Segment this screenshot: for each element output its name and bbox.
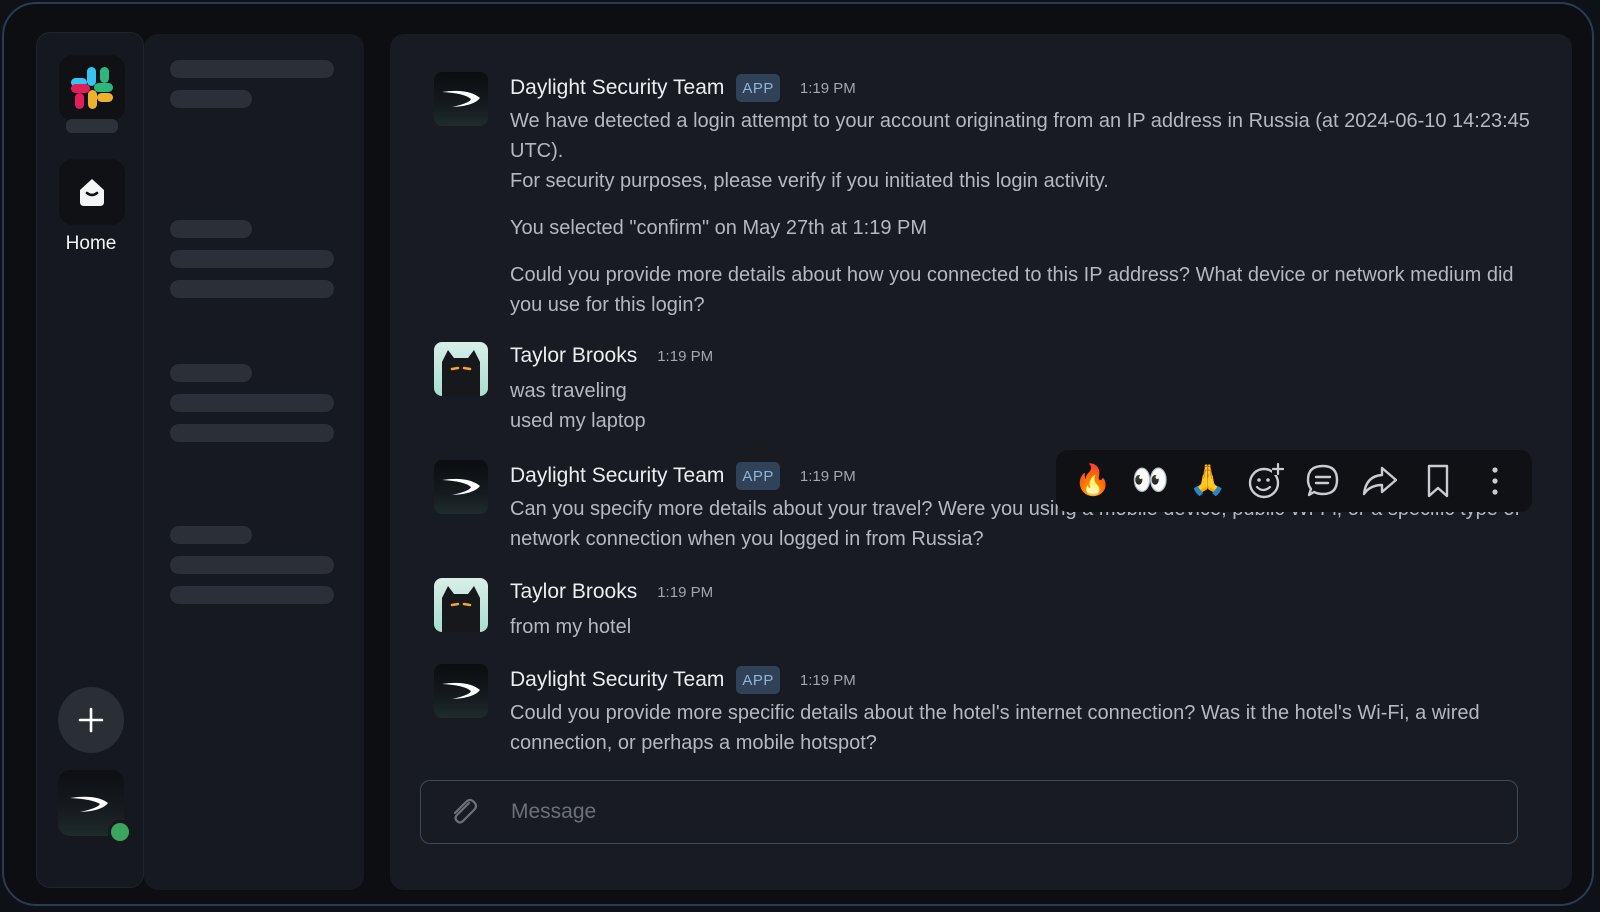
message-text: used my laptop	[510, 410, 646, 432]
message-text: from my hotel	[510, 616, 632, 638]
home-icon	[80, 179, 104, 206]
workspace-switcher[interactable]	[59, 55, 125, 121]
timestamp[interactable]: 1:19 PM	[800, 80, 856, 97]
app-window: Home Daylight Security Team APP 1:19 PM …	[2, 2, 1594, 906]
message-avatar[interactable]	[434, 72, 488, 126]
home-label: Home	[65, 233, 117, 254]
app-badge: APP	[736, 74, 780, 102]
message-avatar[interactable]	[434, 460, 488, 514]
message-body: was traveling used my laptop	[510, 376, 1532, 436]
author-name[interactable]: Daylight Security Team	[510, 668, 724, 692]
attachment-icon[interactable]	[447, 795, 481, 829]
author-name[interactable]: Taylor Brooks	[510, 344, 637, 368]
message-text: Could you provide more specific details …	[510, 702, 1480, 754]
presence-online-indicator	[108, 820, 132, 844]
timestamp[interactable]: 1:19 PM	[657, 348, 713, 365]
eyes-emoji-icon: 👀	[1131, 464, 1169, 497]
message: Taylor Brooks 1:19 PM was traveling used…	[434, 342, 1532, 438]
message-header: Taylor Brooks 1:19 PM	[510, 580, 713, 604]
daylight-logo-icon	[70, 796, 108, 812]
skeleton-bar	[170, 250, 334, 268]
user-avatar[interactable]	[58, 770, 132, 844]
add-reaction-button[interactable]	[1243, 459, 1287, 503]
message-header: Daylight Security Team APP 1:19 PM	[510, 74, 856, 102]
timestamp[interactable]: 1:19 PM	[657, 584, 713, 601]
app-badge: APP	[736, 666, 780, 694]
skeleton-bar	[170, 220, 252, 238]
message-input[interactable]	[509, 781, 1493, 843]
slack-logo-icon	[71, 67, 113, 109]
add-reaction-icon	[1249, 462, 1285, 499]
share-button[interactable]	[1358, 459, 1402, 503]
black-cat-avatar-icon	[442, 586, 480, 632]
reaction-eyes-button[interactable]: 👀	[1128, 459, 1172, 503]
skeleton-bar	[170, 90, 252, 108]
save-for-later-button[interactable]	[1416, 459, 1460, 503]
message-header: Taylor Brooks 1:19 PM	[510, 344, 713, 368]
add-workspace-button[interactable]	[58, 687, 124, 753]
channel-sidebar	[144, 34, 364, 890]
message: Daylight Security Team APP 1:19 PM Could…	[434, 664, 1532, 760]
author-name[interactable]: Daylight Security Team	[510, 464, 724, 488]
author-name[interactable]: Taylor Brooks	[510, 580, 637, 604]
message-header: Daylight Security Team APP 1:19 PM	[510, 666, 856, 694]
message: Daylight Security Team APP 1:19 PM We ha…	[434, 72, 1532, 322]
workspace-indicator	[66, 119, 118, 133]
fire-emoji-icon: 🔥	[1074, 464, 1112, 497]
message-body: We have detected a login attempt to your…	[510, 106, 1532, 320]
daylight-logo-icon	[442, 478, 480, 495]
more-actions-button[interactable]	[1473, 459, 1517, 503]
skeleton-bar	[170, 394, 334, 412]
skeleton-bar	[170, 586, 334, 604]
message-text: Could you provide more details about how…	[510, 264, 1514, 316]
skeleton-bar	[170, 60, 334, 78]
skeleton-bar	[170, 526, 252, 544]
message-text: We have detected a login attempt to your…	[510, 110, 1530, 162]
skeleton-bar	[170, 556, 334, 574]
message: Taylor Brooks 1:19 PM from my hotel	[434, 578, 1532, 648]
message-body: Could you provide more specific details …	[510, 698, 1532, 758]
daylight-logo-icon	[442, 682, 480, 699]
confirmation-text: You selected "confirm" on May 27th at 1:…	[510, 217, 928, 239]
message-avatar[interactable]	[434, 342, 488, 396]
pray-emoji-icon: 🙏	[1189, 464, 1227, 497]
reply-in-thread-button[interactable]	[1301, 459, 1345, 503]
share-icon	[1363, 466, 1398, 496]
message-body: from my hotel	[510, 612, 1532, 642]
workspace-rail: Home	[36, 32, 144, 888]
message-composer	[420, 780, 1518, 844]
skeleton-bar	[170, 280, 334, 298]
message-actions-toolbar: 🔥 👀 🙏	[1056, 450, 1532, 512]
message-header: Daylight Security Team APP 1:19 PM	[510, 462, 856, 490]
reaction-pray-button[interactable]: 🙏	[1186, 459, 1230, 503]
plus-icon	[78, 707, 104, 733]
timestamp[interactable]: 1:19 PM	[800, 468, 856, 485]
message-avatar[interactable]	[434, 578, 488, 632]
timestamp[interactable]: 1:19 PM	[800, 672, 856, 689]
message-avatar[interactable]	[434, 664, 488, 718]
reply-in-thread-icon	[1306, 464, 1338, 497]
author-name[interactable]: Daylight Security Team	[510, 76, 724, 100]
daylight-logo-icon	[442, 90, 480, 107]
more-actions-icon	[1492, 467, 1498, 495]
message-text: For security purposes, please verify if …	[510, 170, 1109, 192]
app-badge: APP	[736, 462, 780, 490]
reaction-fire-button[interactable]: 🔥	[1071, 459, 1115, 503]
home-button[interactable]	[59, 159, 125, 225]
skeleton-bar	[170, 424, 334, 442]
black-cat-avatar-icon	[442, 350, 480, 396]
bookmark-icon	[1427, 464, 1448, 498]
skeleton-bar	[170, 364, 252, 382]
message-text: was traveling	[510, 380, 627, 402]
